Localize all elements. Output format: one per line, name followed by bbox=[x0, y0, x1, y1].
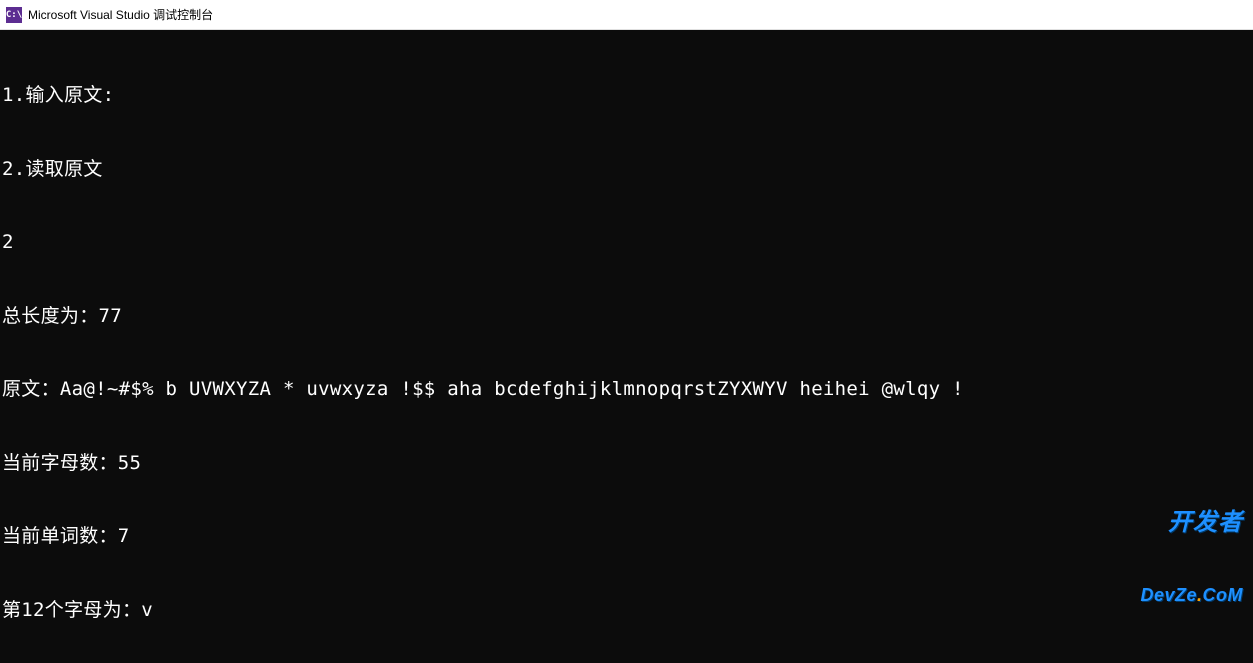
console-line: 2 bbox=[2, 230, 1251, 255]
watermark: 开发者 DevZe.CoM bbox=[1140, 460, 1243, 655]
console-line: 总长度为：77 bbox=[2, 304, 1251, 329]
console-line: 当前单词数：7 bbox=[2, 524, 1251, 549]
window-title: Microsoft Visual Studio 调试控制台 bbox=[28, 6, 213, 23]
console-line: 2.读取原文 bbox=[2, 157, 1251, 182]
console-line: 当前字母数：55 bbox=[2, 451, 1251, 476]
console-output[interactable]: 1.输入原文: 2.读取原文 2 总长度为：77 原文：Aa@!~#$% b U… bbox=[0, 30, 1253, 663]
app-icon: C:\ bbox=[6, 7, 22, 23]
console-line: 1.输入原文: bbox=[2, 83, 1251, 108]
title-bar: C:\ Microsoft Visual Studio 调试控制台 bbox=[0, 0, 1253, 30]
console-line: 第12个字母为：v bbox=[2, 598, 1251, 623]
console-line: 原文：Aa@!~#$% b UVWXYZA * uvwxyza !$$ aha … bbox=[2, 377, 1251, 402]
